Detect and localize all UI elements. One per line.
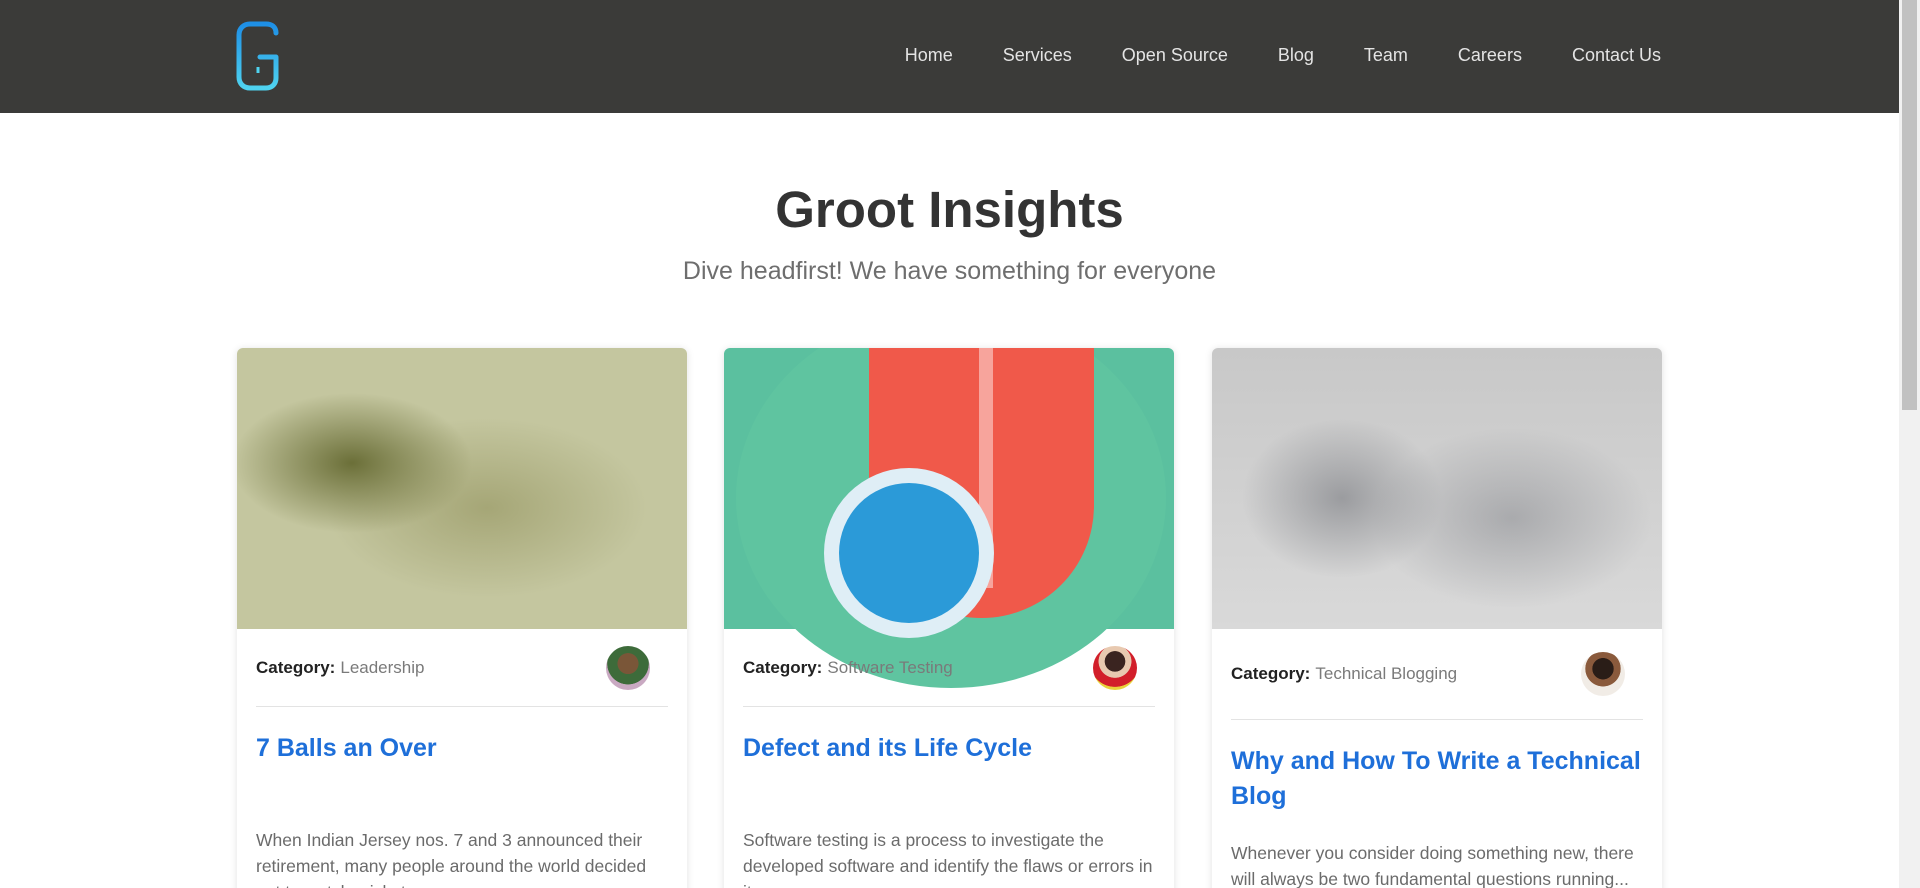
card-title-link[interactable]: 7 Balls an Over (256, 731, 668, 766)
author-avatar[interactable] (1093, 645, 1137, 690)
nav-open-source[interactable]: Open Source (1122, 45, 1228, 66)
blog-card[interactable]: Category: Software Testing Defect and it… (724, 348, 1174, 888)
card-title-link[interactable]: Defect and its Life Cycle (743, 731, 1155, 766)
groot-logo[interactable] (236, 21, 280, 91)
blog-card[interactable]: Category: Leadership 7 Balls an Over Whe… (237, 348, 687, 888)
card-image[interactable] (237, 348, 687, 629)
main-nav: Home Services Open Source Blog Team Care… (855, 0, 1661, 110)
nav-home[interactable]: Home (905, 45, 953, 66)
nav-team[interactable]: Team (1364, 45, 1408, 66)
category-label: Category: (743, 657, 823, 677)
scrollbar-thumb[interactable] (1902, 0, 1917, 410)
card-meta: Category: Software Testing (743, 629, 1155, 707)
nav-careers[interactable]: Careers (1458, 45, 1522, 66)
category-value: Leadership (340, 657, 425, 677)
card-excerpt: Software testing is a process to investi… (743, 830, 1153, 888)
card-excerpt: Whenever you consider doing something ne… (1231, 843, 1634, 888)
card-excerpt: When Indian Jersey nos. 7 and 3 announce… (256, 830, 647, 888)
author-avatar[interactable] (606, 645, 650, 690)
card-image[interactable] (724, 348, 1174, 688)
category-value: Software Testing (827, 657, 953, 677)
nav-blog[interactable]: Blog (1278, 45, 1314, 66)
navbar: Home Services Open Source Blog Team Care… (0, 0, 1899, 113)
scrollbar[interactable] (1899, 0, 1920, 888)
card-image[interactable] (1212, 348, 1662, 629)
image-shape (839, 483, 979, 623)
category-value: Technical Blogging (1315, 664, 1458, 683)
card-meta: Category: Technical Blogging (1231, 629, 1643, 720)
category-label: Category: (256, 657, 336, 677)
nav-services[interactable]: Services (1003, 45, 1072, 66)
page-title: Groot Insights (775, 181, 1124, 238)
card-meta: Category: Leadership (256, 629, 668, 707)
category-label: Category: (1231, 664, 1311, 683)
nav-contact-us[interactable]: Contact Us (1572, 45, 1661, 66)
author-avatar[interactable] (1581, 652, 1625, 696)
blog-card[interactable]: Category: Technical Blogging Why and How… (1212, 348, 1662, 888)
page-subtitle: Dive headfirst! We have something for ev… (682, 257, 1217, 285)
card-title-link[interactable]: Why and How To Write a Technical Blog (1231, 744, 1643, 814)
